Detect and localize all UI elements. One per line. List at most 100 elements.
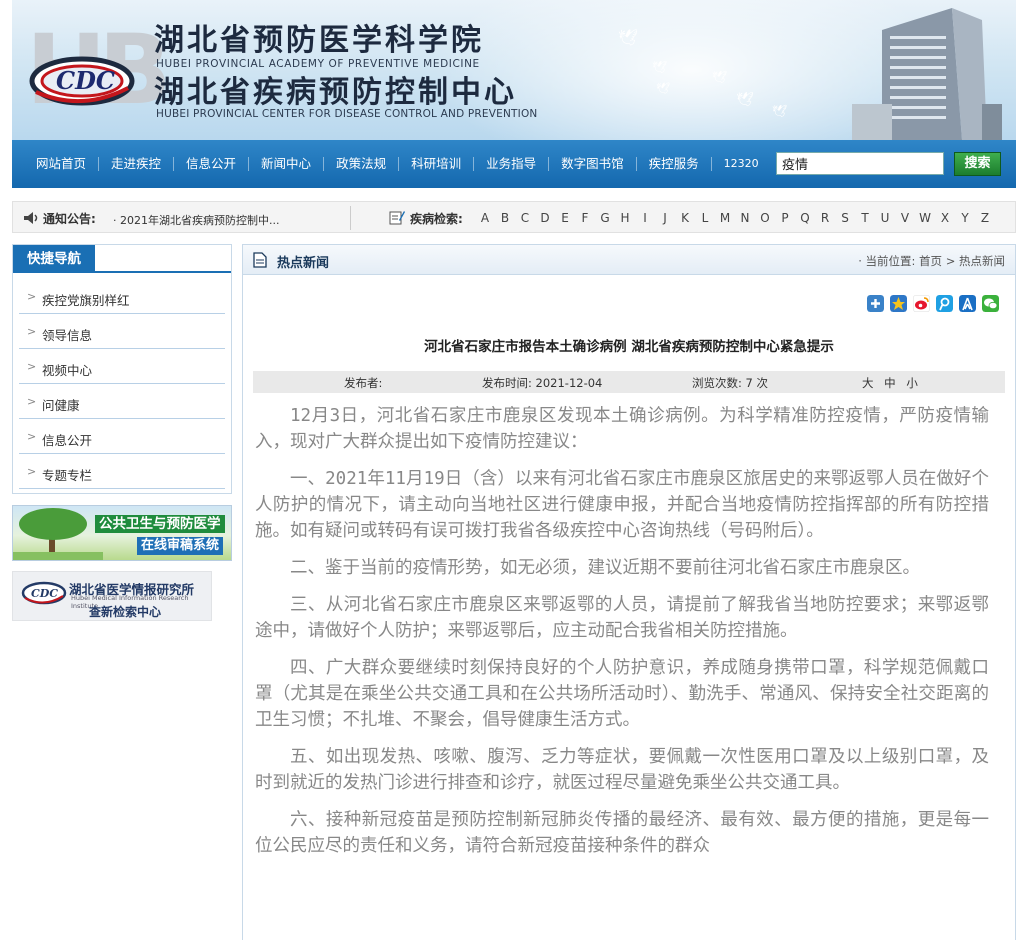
- letter-link[interactable]: T: [855, 211, 875, 225]
- nav-item-research[interactable]: 科研培训: [399, 157, 475, 171]
- dove-icon: 🕊: [656, 82, 670, 95]
- breadcrumb-separator: >: [945, 254, 956, 268]
- banner-line1: 公共卫生与预防医学: [95, 515, 225, 533]
- review-system-banner[interactable]: 公共卫生与预防医学 在线审稿系统: [12, 505, 232, 561]
- letter-link[interactable]: E: [555, 211, 575, 225]
- renren-icon[interactable]: [959, 295, 976, 312]
- article-paragraph: 四、广大群众要继续时刻保持良好的个人防护意识，养成随身携带口罩，科学规范佩戴口罩…: [255, 658, 989, 730]
- letter-link[interactable]: Z: [975, 211, 995, 225]
- article-body: 12月3日，河北省石家庄市鹿泉区发现本土确诊病例。为科学精准防控疫情，严防疫情输…: [255, 403, 989, 870]
- sidebar-item-label: 疾控党旗别样红: [42, 293, 130, 308]
- font-size-large[interactable]: 大: [862, 376, 874, 390]
- article-paragraph: 12月3日，河北省石家庄市鹿泉区发现本土确诊病例。为科学精准防控疫情，严防疫情输…: [255, 406, 989, 452]
- letter-link[interactable]: O: [755, 211, 775, 225]
- speaker-icon: [24, 212, 38, 224]
- qzone-icon[interactable]: [890, 295, 907, 312]
- weibo-icon[interactable]: [913, 295, 930, 312]
- sidebar-item-label: 问健康: [42, 398, 80, 413]
- sidebar-item-party[interactable]: > 疾控党旗别样红: [19, 279, 225, 314]
- letter-link[interactable]: F: [575, 211, 595, 225]
- sidebar-item-health[interactable]: > 问健康: [19, 384, 225, 419]
- dove-icon: 🕊: [618, 28, 639, 47]
- notice-link[interactable]: · 2021年湖北省疾病预防控制中...: [113, 212, 279, 228]
- nav-item-library[interactable]: 数字图书馆: [549, 157, 637, 171]
- letter-link[interactable]: A: [475, 211, 495, 225]
- nav-item-info-public[interactable]: 信息公开: [174, 157, 250, 171]
- org2-name-en: HUBEI PROVINCIAL CENTER FOR DISEASE CONT…: [156, 108, 538, 120]
- letter-link[interactable]: P: [775, 211, 795, 225]
- letter-link[interactable]: H: [615, 211, 635, 225]
- letter-link[interactable]: U: [875, 211, 895, 225]
- quick-nav-list: > 疾控党旗别样红 > 领导信息 > 视频中心 > 问健康 > 信息公开 > 专题专栏: [13, 273, 231, 489]
- tree-icon: [13, 508, 103, 560]
- search-button[interactable]: 搜索: [954, 152, 1001, 176]
- nav-item-guidance[interactable]: 业务指导: [474, 157, 550, 171]
- tencent-weibo-icon[interactable]: [936, 295, 953, 312]
- nav-item-12320[interactable]: 12320: [712, 157, 771, 171]
- dove-icon: 🕊: [772, 104, 788, 118]
- article-paragraph: 五、如出现发热、咳嗽、腹泻、乏力等症状，要佩戴一次性医用口罩及以上级别口罩，及时…: [255, 747, 989, 793]
- chevron-right-icon: >: [27, 325, 37, 338]
- disease-search-label: 疾病检索:: [410, 212, 463, 226]
- letter-link[interactable]: S: [835, 211, 855, 225]
- letter-index: A B C D E F G H I J K L M N O P Q R S T …: [475, 211, 995, 225]
- wechat-icon[interactable]: [982, 295, 999, 312]
- nav-item-news[interactable]: 新闻中心: [249, 157, 325, 171]
- sidebar-item-leaders[interactable]: > 领导信息: [19, 314, 225, 349]
- sidebar-item-label: 视频中心: [42, 363, 93, 378]
- letter-link[interactable]: R: [815, 211, 835, 225]
- article-paragraph: 三、从河北省石家庄市鹿泉区来鄂返鄂的人员，请提前了解我省当地防控要求；来鄂返鄂途…: [255, 595, 989, 641]
- sidebar-item-topics[interactable]: > 专题专栏: [19, 454, 225, 489]
- nav-item-home[interactable]: 网站首页: [24, 157, 100, 171]
- letter-link[interactable]: J: [655, 211, 675, 225]
- page: H B CDC 湖北省预防医学科学院 HUBEI PROVINCIAL ACADE…: [12, 0, 1016, 940]
- nav-list: 网站首页 走进疾控 信息公开 新闻中心 政策法规 科研培训 业务指导 数字图书馆…: [24, 140, 771, 188]
- breadcrumb-current[interactable]: 热点新闻: [959, 254, 1005, 268]
- main-panel: 热点新闻 · 当前位置: 首页 > 热点新闻 河北省石家庄市报告本土确诊病例 湖…: [242, 244, 1016, 940]
- article-title: 河北省石家庄市报告本土确诊病例 湖北省疾病预防控制中心紧急提示: [424, 339, 834, 355]
- quick-nav-title: 快捷导航: [13, 245, 95, 273]
- sidebar-item-info-public[interactable]: > 信息公开: [19, 419, 225, 454]
- letter-link[interactable]: V: [895, 211, 915, 225]
- letter-link[interactable]: C: [515, 211, 535, 225]
- info-institute-banner[interactable]: CDC 湖北省医学情报研究所 Hubei Medical Information…: [12, 571, 212, 621]
- letter-link[interactable]: N: [735, 211, 755, 225]
- org1-name: 湖北省预防医学科学院: [154, 23, 484, 58]
- letter-link[interactable]: I: [635, 211, 655, 225]
- font-size-medium[interactable]: 中: [884, 376, 896, 390]
- divider: [350, 206, 351, 230]
- section-title: 热点新闻: [277, 256, 330, 271]
- nav-item-policy[interactable]: 政策法规: [324, 157, 400, 171]
- font-size-small[interactable]: 小: [906, 376, 918, 390]
- meta-publish-time: 发布时间: 2021-12-04: [482, 376, 603, 390]
- cdc-logo-icon: CDC: [21, 581, 67, 605]
- letter-link[interactable]: X: [935, 211, 955, 225]
- letter-link[interactable]: Q: [795, 211, 815, 225]
- letter-link[interactable]: G: [595, 211, 615, 225]
- article-paragraph: 六、接种新冠疫苗是预防控制新冠肺炎传播的最经济、最有效、最方便的措施，更是每一位…: [255, 810, 989, 856]
- chevron-right-icon: >: [27, 360, 37, 373]
- header-banner: HB CDC 湖北省预防医学科学院 HUBEI PROVINCIAL ACADE…: [12, 0, 1016, 140]
- letter-link[interactable]: B: [495, 211, 515, 225]
- chevron-right-icon: >: [27, 395, 37, 408]
- meta-publisher: 发布者:: [344, 376, 383, 390]
- dove-icon: 🕊: [652, 60, 668, 74]
- nav-item-services[interactable]: 疾控服务: [637, 157, 712, 171]
- letter-link[interactable]: D: [535, 211, 555, 225]
- letter-link[interactable]: W: [915, 211, 935, 225]
- dove-icon: 🕊: [712, 70, 728, 84]
- chevron-right-icon: >: [27, 465, 37, 478]
- breadcrumb-home[interactable]: 首页: [919, 254, 942, 268]
- letter-link[interactable]: L: [695, 211, 715, 225]
- letter-link[interactable]: K: [675, 211, 695, 225]
- plus-share-icon[interactable]: [867, 295, 884, 312]
- svg-text:CDC: CDC: [31, 587, 58, 600]
- sidebar-item-video[interactable]: > 视频中心: [19, 349, 225, 384]
- nav-item-about[interactable]: 走进疾控: [99, 157, 175, 171]
- search-input[interactable]: [776, 152, 944, 175]
- article-paragraph: 二、鉴于当前的疫情形势，如无必须，建议近期不要前往河北省石家庄市鹿泉区。: [290, 558, 920, 578]
- org2-name: 湖北省疾病预防控制中心: [154, 75, 517, 110]
- letter-link[interactable]: M: [715, 211, 735, 225]
- letter-link[interactable]: Y: [955, 211, 975, 225]
- article-paragraph: 一、2021年11月19日（含）以来有河北省石家庄市鹿泉区旅居史的来鄂返鄂人员在…: [255, 469, 989, 541]
